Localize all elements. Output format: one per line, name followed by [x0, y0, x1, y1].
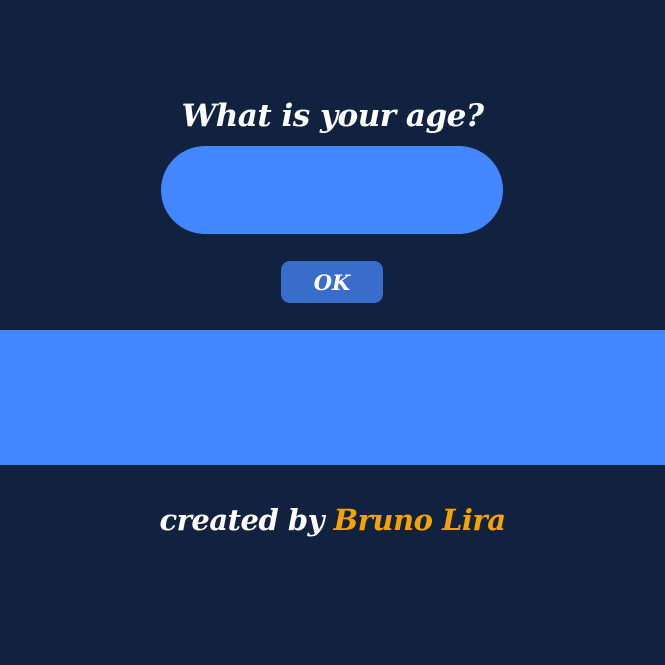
age-input[interactable]	[161, 146, 503, 234]
footer-credit: created by Bruno Lira	[0, 495, 665, 545]
result-panel	[0, 330, 665, 465]
author-link[interactable]: Bruno Lira	[334, 503, 506, 537]
age-question-heading: What is your age?	[181, 97, 484, 134]
footer-prefix-text: created by	[159, 503, 325, 537]
ok-button[interactable]: OK	[281, 261, 383, 303]
